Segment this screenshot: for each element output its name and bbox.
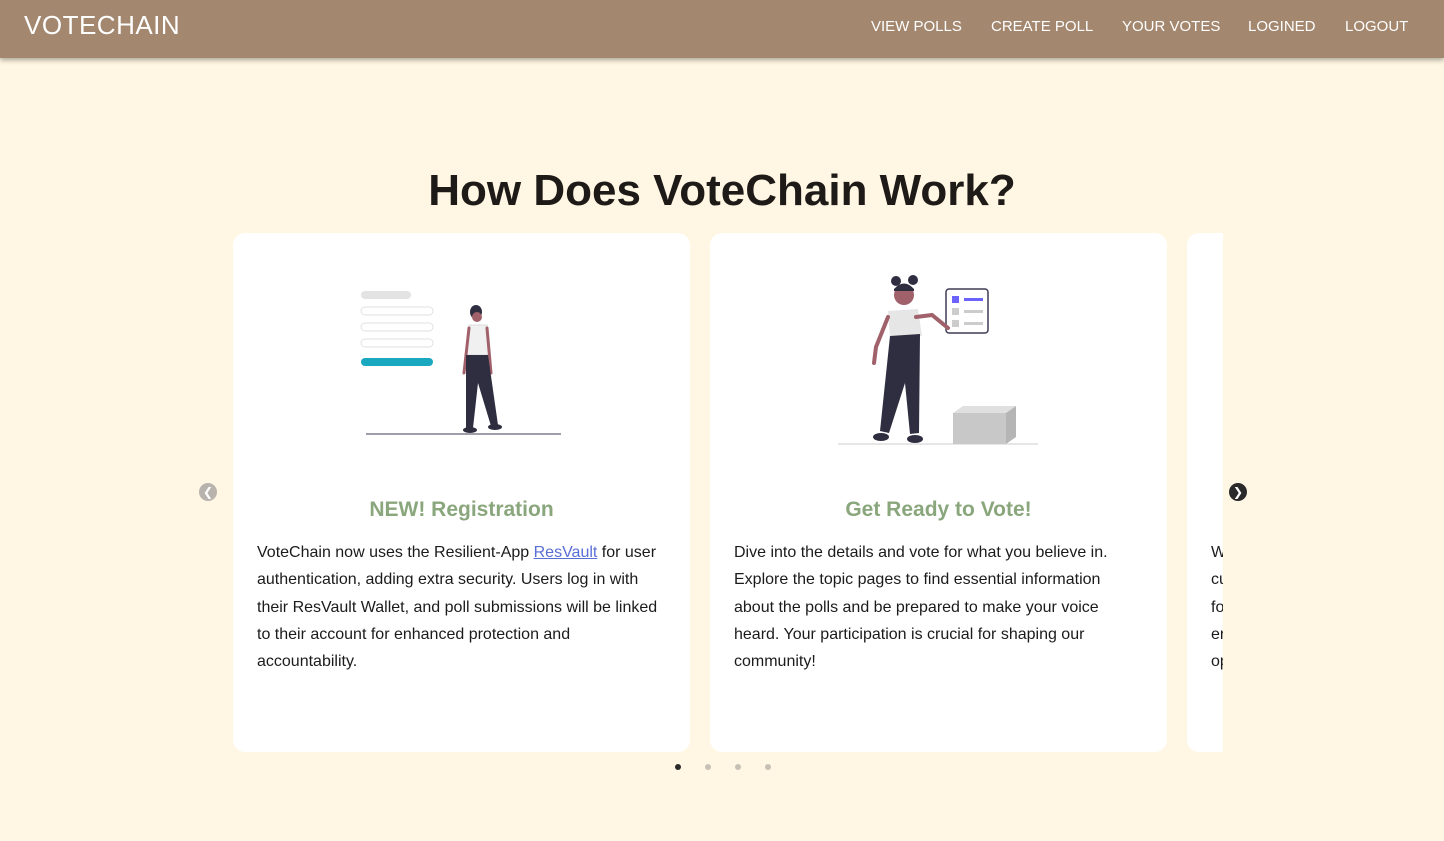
card-description: Dive into the details and vote for what … [734,544,1108,671]
nav-view-polls[interactable]: VIEW POLLS [871,18,962,35]
voting-illustration [838,275,1038,445]
nav-your-votes[interactable]: YOUR VOTES [1122,18,1220,35]
nav-logout[interactable]: LOGOUT [1345,18,1408,35]
card-line: cu [1211,571,1223,589]
card-description-partial: W cu fo er op [1211,539,1223,675]
nav-create-poll[interactable]: CREATE POLL [991,18,1093,35]
page-title: How Does VoteChain Work? [428,166,1016,215]
registration-illustration [360,291,561,435]
carousel-dot[interactable] [765,764,771,770]
card-line: W [1211,544,1223,561]
nav-logined[interactable]: LOGINED [1248,18,1316,35]
card-title: Get Ready to Vote! [845,498,1032,521]
card-line: fo [1211,598,1223,616]
carousel-dots [0,764,1444,772]
card-line: op [1211,653,1223,671]
chevron-left-icon: ❮ [202,485,214,499]
carousel-next-button[interactable]: ❯ [1229,483,1247,501]
card-line: er [1211,625,1223,643]
chevron-right-icon: ❯ [1232,485,1244,499]
carousel-dot[interactable] [735,764,741,770]
card-get-ready: Get Ready to Vote! Dive into the details… [710,233,1167,752]
carousel: NEW! Registration VoteChain now uses the… [233,233,1223,753]
carousel-dot[interactable] [705,764,711,770]
navbar: VOTECHAIN VIEW POLLS CREATE POLL YOUR VO… [0,0,1444,58]
brand-logo[interactable]: VOTECHAIN [24,10,180,41]
resvault-link[interactable]: ResVault [534,544,598,561]
card-title: NEW! Registration [369,498,554,521]
carousel-prev-button[interactable]: ❮ [199,483,217,501]
card-registration: NEW! Registration VoteChain now uses the… [233,233,690,752]
card-description: VoteChain now uses the Resilient-App Res… [257,544,658,671]
card-partial: W cu fo er op [1187,233,1223,752]
carousel-dot[interactable] [675,764,681,770]
